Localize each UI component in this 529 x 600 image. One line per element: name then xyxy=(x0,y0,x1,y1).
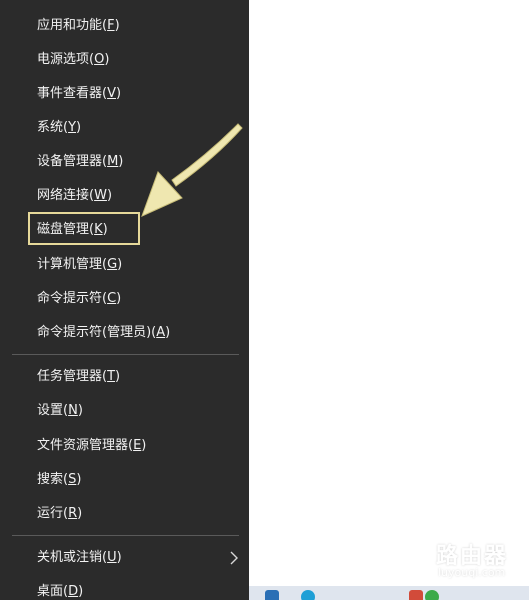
menu-item-label: 设备管理器(M) xyxy=(37,154,123,169)
menu-item-disk-management[interactable]: 磁盘管理(K) xyxy=(0,213,249,247)
menu-item-text: 系统( xyxy=(37,120,69,135)
menu-item-text: 桌面( xyxy=(37,584,69,599)
menu-item-text: 电源选项( xyxy=(37,52,95,67)
menu-item-paren: ) xyxy=(76,472,82,487)
menu-item-file-explorer[interactable]: 文件资源管理器(E) xyxy=(0,429,249,463)
menu-item-label: 系统(Y) xyxy=(37,120,81,135)
menu-item-label: 桌面(D) xyxy=(37,584,83,599)
menu-item-label: 电源选项(O) xyxy=(37,52,109,67)
menu-item-label: 事件查看器(V) xyxy=(37,86,121,101)
menu-item-power-options[interactable]: 电源选项(O) xyxy=(0,43,249,77)
menu-item-label: 命令提示符(管理员)(A) xyxy=(37,325,170,340)
menu-item-text: 命令提示符(管理员)( xyxy=(37,325,157,340)
menu-item-label: 文件资源管理器(E) xyxy=(37,438,146,453)
menu-item-accesskey: C xyxy=(107,291,117,306)
screenshot-stage: 应用和功能(F) 电源选项(O) 事件查看器(V) 系统(Y) 设备管理器(M)… xyxy=(0,0,529,600)
menu-item-command-prompt-admin[interactable]: 命令提示符(管理员)(A) xyxy=(0,316,249,350)
menu-item-paren: ) xyxy=(106,188,113,203)
menu-item-paren: ) xyxy=(77,403,83,418)
menu-item-label: 应用和功能(F) xyxy=(37,18,120,33)
menu-item-paren: ) xyxy=(116,291,122,306)
menu-item-network-connections[interactable]: 网络连接(W) xyxy=(0,179,249,213)
app-icon[interactable] xyxy=(265,590,279,600)
watermark-url: luyouqi.com xyxy=(438,566,506,579)
menu-item-label: 设置(N) xyxy=(37,403,83,418)
menu-item-search[interactable]: 搜索(S) xyxy=(0,463,249,497)
menu-item-label: 搜索(S) xyxy=(37,472,81,487)
app-icon[interactable] xyxy=(425,590,439,600)
menu-item-text: 搜索( xyxy=(37,472,69,487)
menu-item-paren: ) xyxy=(116,550,122,565)
menu-item-accesskey: G xyxy=(107,257,118,272)
taskbar-strip xyxy=(249,586,529,600)
menu-item-desktop[interactable]: 桌面(D) xyxy=(0,575,249,600)
chevron-right-icon xyxy=(230,551,238,565)
app-icon[interactable] xyxy=(409,590,423,600)
menu-item-paren: ) xyxy=(114,18,120,33)
menu-item-paren: ) xyxy=(141,438,147,453)
menu-item-accesskey: V xyxy=(107,86,116,101)
menu-item-accesskey: O xyxy=(94,52,105,67)
menu-item-paren: ) xyxy=(115,369,121,384)
menu-item-accesskey: T xyxy=(107,369,116,384)
menu-item-settings[interactable]: 设置(N) xyxy=(0,394,249,428)
menu-item-paren: ) xyxy=(118,154,124,169)
browser-icon[interactable] xyxy=(301,590,315,600)
menu-item-text: 文件资源管理器( xyxy=(37,438,134,453)
menu-item-label: 任务管理器(T) xyxy=(37,369,120,384)
menu-item-paren: ) xyxy=(78,584,84,599)
menu-item-text: 网络连接( xyxy=(37,188,95,203)
menu-item-run[interactable]: 运行(R) xyxy=(0,497,249,531)
menu-item-text: 磁盘管理( xyxy=(37,222,95,237)
menu-item-text: 设备管理器( xyxy=(37,154,108,169)
menu-separator xyxy=(12,535,239,536)
menu-item-accesskey: N xyxy=(68,403,78,418)
menu-item-accesskey: F xyxy=(107,18,115,33)
menu-separator xyxy=(12,354,239,355)
menu-item-task-manager[interactable]: 任务管理器(T) xyxy=(0,360,249,394)
menu-item-label: 计算机管理(G) xyxy=(37,257,122,272)
menu-item-text: 计算机管理( xyxy=(37,257,108,272)
menu-item-label: 运行(R) xyxy=(37,506,82,521)
menu-item-accesskey: D xyxy=(68,584,79,599)
menu-item-event-viewer[interactable]: 事件查看器(V) xyxy=(0,77,249,111)
menu-item-label: 命令提示符(C) xyxy=(37,291,121,306)
quick-link-menu: 应用和功能(F) 电源选项(O) 事件查看器(V) 系统(Y) 设备管理器(M)… xyxy=(0,0,249,600)
menu-item-accesskey: A xyxy=(156,325,166,340)
menu-item-text: 任务管理器( xyxy=(37,369,108,384)
menu-item-text: 命令提示符( xyxy=(37,291,108,306)
menu-item-text: 关机或注销( xyxy=(37,550,108,565)
menu-item-paren: ) xyxy=(104,52,110,67)
menu-item-paren: ) xyxy=(102,222,108,237)
menu-item-command-prompt[interactable]: 命令提示符(C) xyxy=(0,282,249,316)
menu-item-accesskey: K xyxy=(94,222,103,237)
menu-item-system[interactable]: 系统(Y) xyxy=(0,111,249,145)
menu-item-label: 网络连接(W) xyxy=(37,188,112,203)
menu-item-accesskey: R xyxy=(68,506,78,521)
menu-item-accesskey: W xyxy=(94,188,107,203)
menu-item-accesskey: Y xyxy=(68,120,77,135)
menu-item-accesskey: M xyxy=(107,154,119,169)
menu-item-text: 应用和功能( xyxy=(37,18,108,33)
menu-item-label: 关机或注销(U) xyxy=(37,550,122,565)
menu-item-paren: ) xyxy=(77,506,83,521)
menu-item-text: 设置( xyxy=(37,403,69,418)
menu-item-text: 事件查看器( xyxy=(37,86,108,101)
router-logo-icon xyxy=(388,538,432,582)
menu-item-paren: ) xyxy=(76,120,82,135)
menu-item-shutdown-signout[interactable]: 关机或注销(U) xyxy=(0,541,249,575)
menu-item-paren: ) xyxy=(115,86,122,101)
menu-item-paren: ) xyxy=(165,325,171,340)
menu-item-paren: ) xyxy=(117,257,123,272)
menu-item-text: 运行( xyxy=(37,506,69,521)
menu-item-device-manager[interactable]: 设备管理器(M) xyxy=(0,145,249,179)
menu-item-computer-management[interactable]: 计算机管理(G) xyxy=(0,248,249,282)
menu-item-apps-features[interactable]: 应用和功能(F) xyxy=(0,9,249,43)
menu-item-label: 磁盘管理(K) xyxy=(37,222,108,237)
menu-item-accesskey: U xyxy=(107,550,117,565)
site-watermark: 路由器 luyouqi.com xyxy=(386,536,516,584)
